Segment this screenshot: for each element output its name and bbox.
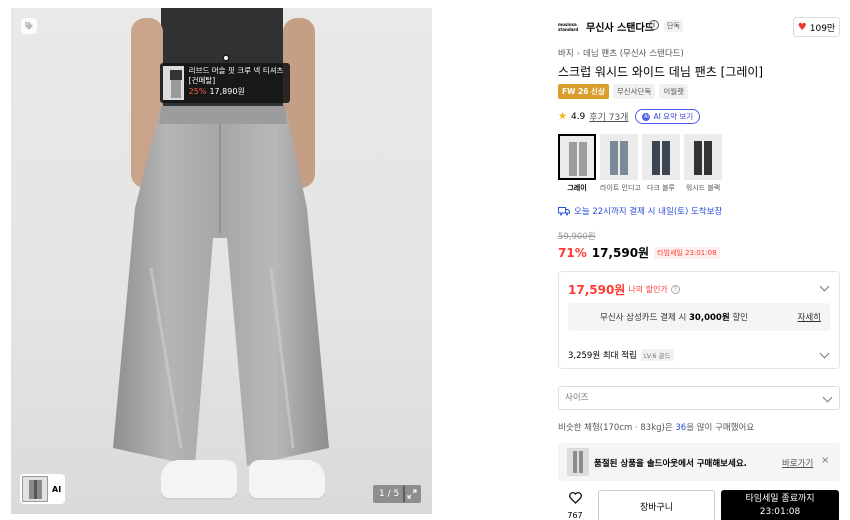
carryover-chip: 이월렛 [659, 84, 689, 99]
brand-like-count: 109만 [809, 23, 836, 34]
ai-summary-label: AI 요약 보기 [653, 112, 694, 121]
ai-thumbnail-label[interactable]: AI [52, 485, 61, 494]
chevron-down-icon[interactable] [819, 348, 830, 359]
size-select-placeholder: 사이즈 [565, 393, 589, 403]
brand-logo[interactable]: musinsa standard [558, 18, 580, 36]
tagged-product-discount: 25% [188, 87, 207, 96]
thumbnail-strip[interactable]: AI [20, 474, 66, 504]
wishlist-count: 767 [567, 511, 583, 520]
buy-now-button[interactable]: 타임세일 종료까지 23:01:08 [721, 490, 839, 520]
soldout-thumbnail [567, 448, 589, 476]
brand-name[interactable]: 무신사 스탠다드 [586, 19, 654, 34]
rating-value: 4.9 [570, 111, 586, 122]
product-photo[interactable]: 리브드 머슬 핏 크루 넥 티셔츠 [건메탈] 25% 17,890원 AI 1 … [11, 8, 432, 514]
season-chip: FW 26 신상 [558, 84, 609, 99]
truck-icon [558, 206, 570, 215]
sale-price: 17,590원 [591, 246, 650, 260]
recommended-size: 36 [675, 423, 687, 433]
delivery-text: 오늘 22시까지 결제 시 내일(토) 도착보장 [574, 207, 723, 217]
card-offer-text: 무신사 삼성카드 결제 시 30,000원 할인 [600, 313, 748, 323]
ai-summary-button[interactable]: AI AI 요약 보기 [635, 109, 701, 124]
buy-button-line2: 23:01:08 [759, 507, 801, 517]
thumbnail-image[interactable] [22, 476, 48, 502]
card-offer-detail-link[interactable]: 자세히 [798, 311, 821, 323]
color-option-gray[interactable]: 그레이 [558, 134, 596, 193]
buy-button-line1: 타임세일 종료까지 [745, 494, 815, 504]
points-text: 3,259원 최대 적립 [568, 351, 637, 361]
color-thumbnail [684, 134, 722, 180]
add-to-cart-button[interactable]: 장바구니 [598, 490, 715, 520]
exclusive-badge: 단독 [664, 20, 683, 32]
color-thumbnail [558, 134, 596, 180]
tagged-product-card[interactable]: 리브드 머슬 핏 크루 넥 티셔츠 [건메탈] 25% 17,890원 [160, 63, 290, 103]
points-row[interactable]: 3,259원 최대 적립 LV.6 골드 [568, 349, 674, 361]
color-option-washed-black[interactable]: 워시드 블랙 [684, 134, 722, 193]
wishlist-button[interactable]: 767 [565, 492, 585, 520]
image-counter: 1 / 5 [373, 485, 406, 503]
color-thumbnail [600, 134, 638, 180]
discount-percent: 71% [558, 245, 587, 260]
product-title: 스크럽 워시드 와이드 데님 팬츠 [그레이] [558, 65, 764, 79]
close-icon[interactable]: × [821, 455, 829, 466]
purchase-bar: 767 장바구니 타임세일 종료까지 23:01:08 [558, 490, 850, 520]
tagged-product-price-value: 17,890원 [209, 87, 245, 96]
star-icon: ★ [558, 111, 567, 122]
breadcrumb-item[interactable]: 데님 팬츠 (무신사 스탠다드) [583, 49, 684, 59]
tagged-product-name: 리브드 머슬 핏 크루 넥 티셔츠 [건메탈] [188, 66, 284, 85]
heart-outline-icon [565, 492, 585, 508]
color-options: 그레이 라이트 인디고 다크 블루 워시드 블랙 [558, 134, 722, 193]
benefit-box: 17,590원 나의 할인가 ? 무신사 삼성카드 결제 시 30,000원 할… [558, 271, 840, 369]
breadcrumb: 바지 › 데님 팬츠 (무신사 스탠다드) [558, 47, 684, 59]
time-sale-badge: 타임세일 23:01:08 [654, 246, 720, 259]
color-thumbnail [642, 134, 680, 180]
color-option-dark-blue[interactable]: 다크 블루 [642, 134, 680, 193]
my-discount-price[interactable]: 17,590원 나의 할인가 ? [568, 281, 680, 298]
reviews-link[interactable]: 후기 73개 [589, 110, 628, 123]
expand-icon[interactable] [403, 485, 421, 503]
chevron-down-icon [822, 392, 833, 403]
delivery-guarantee: 오늘 22시까지 결제 시 내일(토) 도착보장 [558, 205, 722, 217]
card-offer: 무신사 삼성카드 결제 시 30,000원 할인 자세히 [568, 303, 830, 331]
size-select[interactable]: 사이즈 [558, 386, 840, 410]
my-price-label: 나의 할인가 [628, 285, 668, 294]
soldout-banner: 품절된 상품을 솔드아웃에서 구매해보세요. 바로가기 × [558, 443, 840, 481]
price-row: 71% 17,590원 타임세일 23:01:08 [558, 244, 720, 261]
color-option-light-indigo[interactable]: 라이트 인디고 [600, 134, 641, 193]
exclusive-chip: 무신사단독 [612, 84, 656, 99]
model-shoe [249, 460, 325, 498]
soldout-go-link[interactable]: 바로가기 [782, 457, 813, 469]
member-level-badge: LV.6 골드 [640, 349, 674, 361]
similar-body-type: 비슷한 체형(170cm · 83kg)은 36을 많이 구매했어요 [558, 423, 755, 433]
product-chips: FW 26 신상 무신사단독 이월렛 [558, 84, 689, 99]
brand-like-button[interactable]: ♥ 109만 [793, 17, 840, 37]
ai-icon: AI [642, 112, 651, 121]
question-icon[interactable]: ? [670, 285, 680, 294]
info-icon[interactable]: i [649, 20, 659, 30]
heart-icon: ♥ [797, 21, 807, 33]
color-label: 그레이 [567, 184, 587, 192]
chevron-right-icon: › [576, 49, 581, 59]
chevron-down-icon[interactable] [819, 281, 830, 292]
color-label: 워시드 블랙 [685, 184, 721, 192]
color-label: 다크 블루 [647, 184, 675, 192]
my-price-value: 17,590원 [568, 283, 626, 297]
product-pin-dot[interactable] [222, 54, 230, 62]
color-label: 라이트 인디고 [600, 184, 641, 192]
original-price: 59,900원 [558, 232, 596, 242]
soldout-message: 품절된 상품을 솔드아웃에서 구매해보세요. [594, 459, 747, 469]
product-info-panel: musinsa standard 무신사 스탠다드 i 단독 ♥ 109만 바지… [558, 0, 850, 520]
model-shoe [161, 460, 237, 498]
breadcrumb-item[interactable]: 바지 [558, 49, 574, 59]
tagged-product-price: 25% 17,890원 [189, 87, 287, 97]
rating-row: ★ 4.9 후기 73개 AI AI 요약 보기 [558, 109, 701, 124]
tagged-product-thumbnail [163, 66, 184, 100]
